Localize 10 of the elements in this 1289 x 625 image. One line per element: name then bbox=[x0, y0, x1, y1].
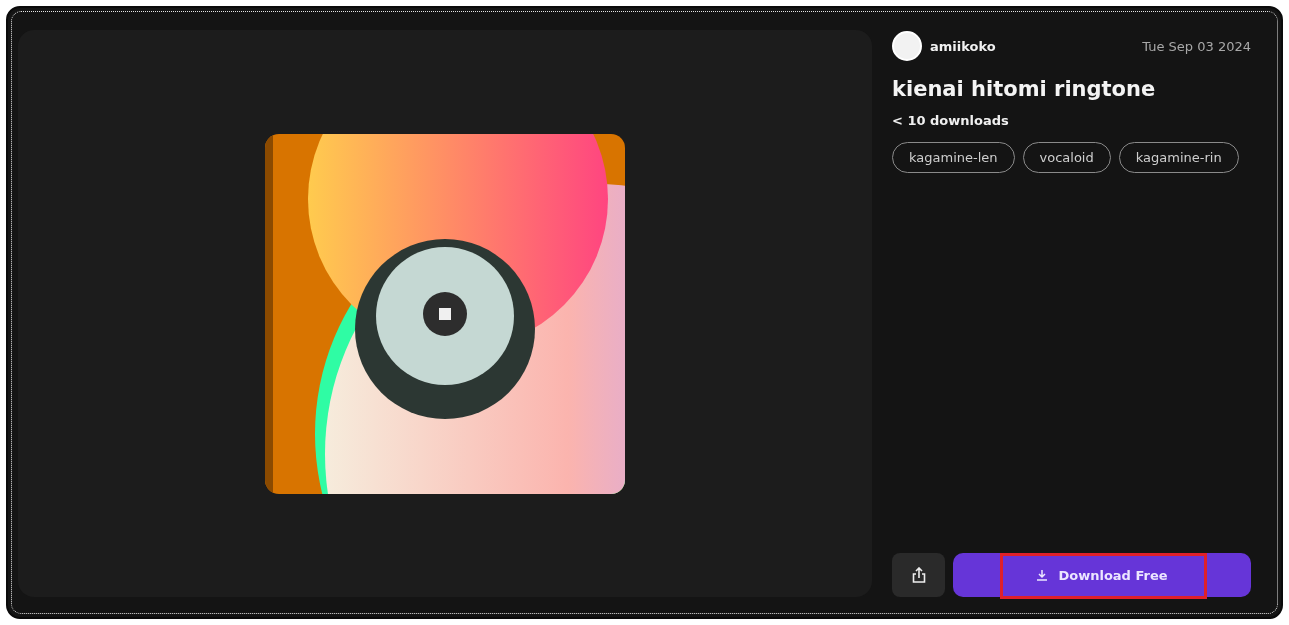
share-icon bbox=[911, 567, 926, 583]
download-icon bbox=[1036, 569, 1049, 581]
share-button[interactable] bbox=[892, 553, 945, 597]
download-count: < 10 downloads bbox=[892, 113, 1010, 128]
upload-date: Tue Sep 03 2024 bbox=[1142, 38, 1251, 54]
download-button[interactable]: Download Free bbox=[953, 553, 1251, 597]
stop-icon bbox=[439, 307, 451, 320]
author-name[interactable]: amiikoko bbox=[930, 38, 996, 54]
avatar[interactable] bbox=[892, 31, 922, 61]
ringtone-title: kienai hitomi ringtone bbox=[892, 77, 1157, 101]
